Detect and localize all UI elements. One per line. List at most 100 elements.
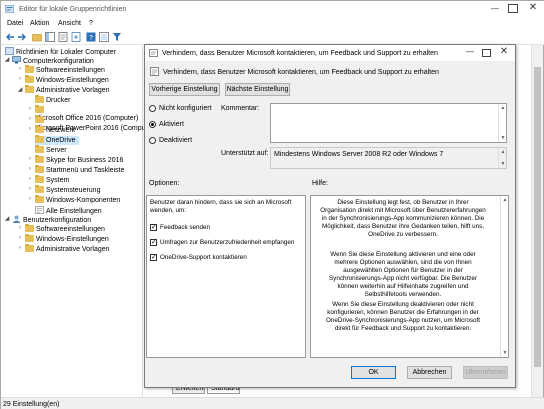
dialog-close-icon[interactable]: ✕ bbox=[498, 46, 510, 57]
tree-item-windows-komponenten[interactable]: › Windows-Komponenten bbox=[29, 195, 120, 205]
menu-ansicht[interactable]: Ansicht bbox=[58, 19, 81, 28]
expand-icon[interactable]: › bbox=[26, 196, 34, 202]
next-setting-button[interactable]: Nächste Einstellung bbox=[225, 83, 290, 96]
tree-item-windows-einstellungen[interactable]: › Windows-Einstellungen bbox=[19, 75, 109, 85]
expand-icon[interactable]: › bbox=[16, 245, 24, 251]
back-arrow-icon[interactable] bbox=[5, 32, 15, 42]
forward-arrow-icon[interactable] bbox=[17, 32, 27, 42]
checkbox-surveys[interactable]: ✓ bbox=[150, 239, 157, 246]
expand-icon[interactable]: › bbox=[16, 235, 24, 241]
tree-root[interactable]: Richtlinien für Lokaler Computer bbox=[5, 47, 116, 56]
folder-icon bbox=[35, 135, 44, 143]
expand-icon[interactable]: › bbox=[26, 186, 34, 192]
folder-icon bbox=[25, 234, 34, 242]
tree-item-office-2016[interactable]: › Microsoft Office 2016 (Computer) bbox=[29, 105, 142, 122]
menu-datei[interactable]: Datei bbox=[7, 19, 23, 28]
tree-item-systemsteuerung[interactable]: › Systemsteuerung bbox=[29, 185, 100, 195]
radio-disabled-label: Deaktiviert bbox=[159, 137, 193, 144]
tree-user-windows-einstellungen[interactable]: › Windows-Einstellungen bbox=[19, 234, 109, 244]
expand-icon[interactable]: › bbox=[26, 126, 34, 132]
supported-field: Mindestens Windows Server 2008 R2 oder W… bbox=[270, 147, 507, 169]
ok-button[interactable]: OK bbox=[351, 366, 396, 379]
expand-icon[interactable]: › bbox=[16, 76, 24, 82]
tree-item-onedrive[interactable]: OneDrive bbox=[35, 135, 79, 145]
collapse-icon[interactable]: ◢ bbox=[3, 56, 11, 63]
supported-scrollbar[interactable]: ▲ ▼ bbox=[498, 148, 507, 168]
dialog-maximize-icon[interactable] bbox=[482, 49, 491, 57]
tree-item-label: Administrative Vorlagen bbox=[36, 87, 110, 94]
folder-icon bbox=[35, 105, 44, 113]
folder-icon bbox=[35, 165, 44, 173]
tree-item-netzwerk[interactable]: › Netzwerk bbox=[29, 125, 75, 135]
tree-user-administrative-vorlagen[interactable]: › Administrative Vorlagen bbox=[19, 244, 110, 254]
cancel-button[interactable]: Abbrechen bbox=[407, 366, 452, 379]
maximize-icon[interactable] bbox=[508, 4, 518, 13]
show-tree-icon[interactable] bbox=[45, 32, 55, 42]
collapse-icon[interactable]: ◢ bbox=[3, 215, 11, 222]
tree-item-powerpoint-2016[interactable]: › Microsoft PowerPoint 2016 (Computer) bbox=[29, 115, 156, 132]
tree-pane: Richtlinien für Lokaler Computer ◢ Compu… bbox=[1, 45, 156, 397]
collapse-icon[interactable]: ◢ bbox=[16, 86, 24, 93]
folder-icon bbox=[25, 85, 34, 93]
expand-icon[interactable]: › bbox=[16, 66, 24, 72]
folder-icon bbox=[25, 244, 34, 252]
tree-item-administrative-vorlagen[interactable]: ◢ Administrative Vorlagen bbox=[18, 85, 110, 95]
tree-item-skype[interactable]: › Skype for Business 2016 bbox=[29, 155, 123, 165]
checkbox-support-label: OneDrive-Support kontaktieren bbox=[160, 254, 247, 261]
up-folder-icon[interactable] bbox=[32, 32, 42, 42]
expand-icon[interactable]: › bbox=[16, 225, 24, 231]
close-icon[interactable]: ✕ bbox=[527, 2, 539, 14]
filter-icon[interactable] bbox=[112, 32, 122, 42]
apply-button[interactable]: Übernehmen bbox=[463, 366, 508, 379]
radio-disabled[interactable] bbox=[149, 137, 156, 144]
radio-not-configured[interactable] bbox=[149, 105, 156, 112]
tree-item-server[interactable]: Server bbox=[35, 145, 67, 155]
checkbox-support[interactable]: ✓ bbox=[150, 254, 157, 261]
scroll-up-icon[interactable]: ▲ bbox=[499, 148, 507, 156]
options-panel: Benutzer daran hindern, dass sie sich an… bbox=[146, 195, 306, 358]
expand-icon[interactable]: › bbox=[26, 156, 34, 162]
scroll-down-icon[interactable]: ▼ bbox=[501, 349, 509, 357]
expand-icon[interactable]: › bbox=[26, 106, 34, 112]
minimize-icon[interactable]: — bbox=[489, 4, 501, 14]
help-scrollbar[interactable]: ▲ ▼ bbox=[500, 196, 509, 357]
help-paragraph-3: Wenn Sie diese Einstellung deaktivieren … bbox=[326, 301, 480, 332]
expand-icon[interactable]: › bbox=[26, 116, 34, 122]
tree-item-label: Startmenü und Taskleiste bbox=[46, 167, 125, 174]
computer-icon bbox=[12, 56, 21, 64]
vertical-scrollbar[interactable] bbox=[531, 45, 543, 397]
tree-computer-config[interactable]: ◢ Computerkonfiguration bbox=[5, 56, 94, 65]
scroll-down-icon[interactable]: ▼ bbox=[499, 160, 507, 168]
tree-user-config[interactable]: ◢ Benutzerkonfiguration bbox=[5, 215, 91, 224]
properties-icon[interactable] bbox=[58, 32, 68, 42]
scroll-down-icon[interactable]: ▼ bbox=[499, 134, 507, 142]
scroll-up-icon[interactable]: ▲ bbox=[501, 196, 509, 204]
tree-item-drucker[interactable]: Drucker bbox=[35, 95, 71, 105]
supported-label: Unterstützt auf: bbox=[221, 150, 269, 157]
help-paragraph-2: Wenn Sie diese Einstellung aktivieren un… bbox=[328, 251, 478, 298]
checkbox-feedback[interactable]: ✓ bbox=[150, 224, 157, 231]
tree-item-softwareeinstellungen[interactable]: › Softwareeinstellungen bbox=[19, 65, 105, 75]
comment-scrollbar[interactable]: ▲ ▼ bbox=[498, 104, 507, 142]
expand-icon[interactable]: › bbox=[26, 176, 34, 182]
tree-item-label: Server bbox=[46, 147, 67, 154]
dialog-minimize-icon[interactable]: — bbox=[464, 47, 476, 56]
comment-field[interactable]: ▲ ▼ bbox=[270, 103, 507, 143]
setting-header-icon bbox=[150, 67, 159, 76]
menu-aktion[interactable]: Aktion bbox=[30, 19, 49, 28]
radio-enabled[interactable] bbox=[149, 121, 156, 128]
extended-view-icon[interactable] bbox=[99, 32, 109, 42]
tree-item-system[interactable]: › System bbox=[29, 175, 69, 185]
scrollbar-thumb[interactable] bbox=[534, 67, 541, 367]
expand-icon[interactable]: › bbox=[26, 166, 34, 172]
tree-user-softwareeinstellungen[interactable]: › Softwareeinstellungen bbox=[19, 224, 105, 234]
menu-help[interactable]: ? bbox=[89, 19, 93, 28]
tree-item-startmenue[interactable]: › Startmenü und Taskleiste bbox=[29, 165, 125, 175]
dialog-title: Verhindern, dass Benutzer Microsoft kont… bbox=[162, 50, 438, 57]
export-list-icon[interactable] bbox=[71, 32, 81, 42]
tree-item-alle-einstellungen[interactable]: Alle Einstellungen bbox=[35, 206, 102, 215]
tree-item-label: Administrative Vorlagen bbox=[36, 246, 110, 253]
scroll-up-icon[interactable]: ▲ bbox=[499, 104, 507, 112]
help-icon[interactable]: ? bbox=[86, 32, 96, 42]
previous-setting-button[interactable]: Vorherige Einstellung bbox=[149, 83, 220, 96]
